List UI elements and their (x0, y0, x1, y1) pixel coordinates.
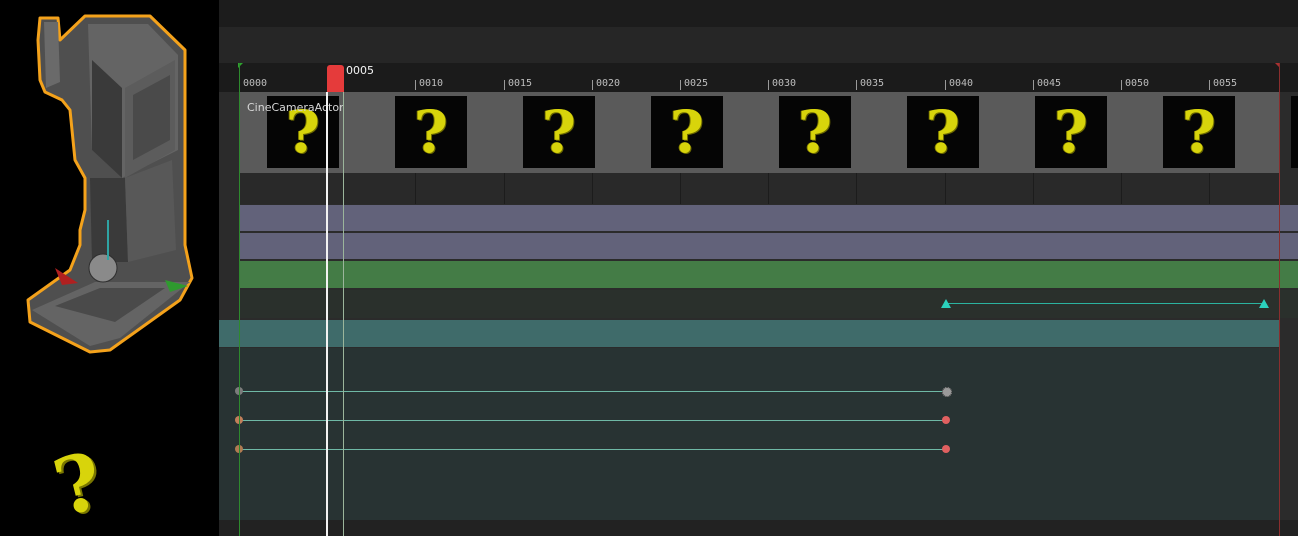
question-mark-icon: ? (798, 98, 832, 166)
sequencer-panel[interactable]: 0000 0010 0015 0020 0025 0030 0035 0040 … (219, 0, 1298, 536)
channel-line (241, 420, 946, 421)
ruler-tick-label: 0040 (949, 78, 974, 89)
section-row (239, 173, 1280, 204)
thumbnail: ? (907, 96, 979, 168)
ruler-tick-label: 0050 (1125, 78, 1150, 89)
question-mark-icon: ? (1182, 98, 1216, 166)
track-section-green[interactable] (239, 261, 1298, 288)
playhead-frame-label: 0005 (346, 64, 374, 77)
ruler-tick-label: 0025 (684, 78, 709, 89)
ruler-tick-label: 0010 (419, 78, 444, 89)
range-start-line (239, 63, 240, 536)
range-end-line (1279, 63, 1280, 536)
sequencer-toolbar-top (219, 0, 1298, 27)
thumbnail: ? (651, 96, 723, 168)
viewport-panel[interactable]: ? (0, 0, 219, 536)
track-section-purple[interactable] (239, 233, 1298, 259)
track-row-selected[interactable] (219, 320, 1280, 347)
question-mark-icon: ? (542, 98, 576, 166)
playhead-shadow-line (343, 92, 344, 536)
ruler-tick-label: 0035 (860, 78, 885, 89)
ruler-tick-label: 0045 (1037, 78, 1062, 89)
sequencer-toolbar (219, 27, 1298, 63)
thumbnail (1291, 96, 1298, 168)
channel-line (241, 391, 946, 392)
thumbnail: ? (779, 96, 851, 168)
ruler-tick-label: 0020 (596, 78, 621, 89)
question-mark-icon: ? (926, 98, 960, 166)
playhead-line[interactable] (326, 92, 328, 536)
track-section-purple[interactable] (239, 205, 1298, 231)
question-mark-icon: ? (1054, 98, 1088, 166)
ruler-tick-label: 0055 (1213, 78, 1238, 89)
ruler-tick-label: 0030 (772, 78, 797, 89)
thumbnail: ? (395, 96, 467, 168)
keyframe-dot[interactable] (942, 387, 952, 397)
keyframe-triangle[interactable] (941, 299, 951, 308)
thumbnail: ? (523, 96, 595, 168)
ruler-tick-label: 0000 (243, 78, 268, 89)
keyframe-dot[interactable] (942, 416, 950, 424)
track-row[interactable] (239, 290, 1298, 318)
question-mark-icon: ? (414, 98, 448, 166)
keyframe-dot[interactable] (942, 445, 950, 453)
track-label: CineCameraActor (247, 101, 344, 114)
bottom-bar (219, 520, 1298, 536)
keyframe-triangle[interactable] (1259, 299, 1269, 308)
question-mark-icon: ? (670, 98, 704, 166)
channel-line (241, 449, 946, 450)
curve-area[interactable] (219, 348, 1280, 520)
ruler-tick-label: 0015 (508, 78, 533, 89)
thumbnail: ? (1163, 96, 1235, 168)
thumbnail: ? (1035, 96, 1107, 168)
playhead-handle[interactable] (327, 65, 344, 92)
key-range-line (946, 303, 1264, 304)
